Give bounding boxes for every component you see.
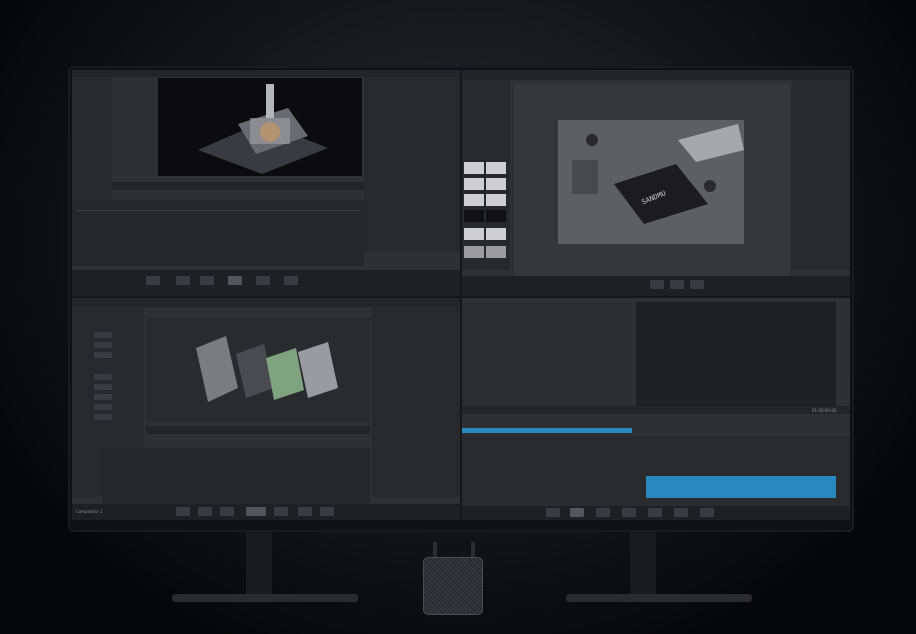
nav-item[interactable] <box>670 280 684 289</box>
nav-item[interactable] <box>274 507 288 516</box>
nav-item[interactable] <box>648 508 662 517</box>
thumbnail[interactable] <box>464 246 484 258</box>
nav-item-active[interactable] <box>246 507 266 516</box>
nav-fairlight[interactable] <box>284 276 298 285</box>
nav-item[interactable] <box>546 508 560 517</box>
nav-media[interactable] <box>146 276 160 285</box>
nav-edit[interactable] <box>200 276 214 285</box>
quadrant-bottom-left: Compositor 1 <box>72 298 460 520</box>
right-stand-neck <box>630 528 656 598</box>
timeline-track-top[interactable] <box>462 428 632 433</box>
nav-item[interactable] <box>650 280 664 289</box>
timeline-clip[interactable] <box>646 476 836 498</box>
effect-item[interactable] <box>94 342 112 348</box>
effect-item[interactable] <box>94 374 112 380</box>
fusion-viewer <box>146 318 370 422</box>
nav-item-active[interactable] <box>570 508 584 517</box>
program-viewer <box>636 302 836 406</box>
thumbnail[interactable] <box>464 210 484 222</box>
left-stand-base <box>172 594 358 602</box>
exploded-device-render <box>196 336 338 402</box>
effect-item[interactable] <box>94 414 112 420</box>
transport-bar <box>112 182 364 190</box>
antenna-right <box>471 542 475 558</box>
thumbnail[interactable] <box>486 194 506 206</box>
thumbnail[interactable] <box>464 162 484 174</box>
thumbnail[interactable] <box>486 162 506 174</box>
right-stand-base <box>566 594 752 602</box>
keyframe-area <box>102 448 370 508</box>
effect-item[interactable] <box>94 394 112 400</box>
right-layers-panel <box>792 80 850 270</box>
transport <box>462 406 850 414</box>
quadrant-top-left <box>72 70 460 296</box>
thumbnail[interactable] <box>486 228 506 240</box>
antenna-left <box>433 542 437 558</box>
effect-item[interactable] <box>94 384 112 390</box>
status-text: Compositor 1 <box>76 509 103 514</box>
render-preview <box>158 78 362 176</box>
transport <box>146 426 370 434</box>
nav-item[interactable] <box>622 508 636 517</box>
media-pool <box>462 302 632 406</box>
bottom-nav <box>72 504 460 520</box>
nav-cut[interactable] <box>176 276 190 285</box>
thumbnail[interactable] <box>464 194 484 206</box>
menu-bar <box>72 298 460 307</box>
screen-divider-horizontal <box>72 296 850 298</box>
nav-item[interactable] <box>596 508 610 517</box>
nav-item[interactable] <box>198 507 212 516</box>
effect-item[interactable] <box>94 332 112 338</box>
timeline-ruler <box>76 210 360 211</box>
mini-pc <box>424 558 482 614</box>
canvas-image: SANDMU <box>558 120 744 244</box>
nav-item[interactable] <box>176 507 190 516</box>
nav-item[interactable] <box>690 280 704 289</box>
menu-bar <box>72 70 460 77</box>
monitor-screen: SANDMU Compositor 1 01:00:00:00 <box>72 70 850 520</box>
thumbnail[interactable] <box>464 178 484 190</box>
thumbnail[interactable] <box>486 246 506 258</box>
effect-item[interactable] <box>94 352 112 358</box>
nav-fusion[interactable] <box>228 276 242 285</box>
screen-divider-vertical <box>460 70 462 520</box>
effect-item[interactable] <box>94 404 112 410</box>
main-viewer <box>158 78 362 176</box>
menu-bar <box>462 70 850 80</box>
thumbnail[interactable] <box>486 210 506 222</box>
left-panel <box>72 77 112 217</box>
thumbnail[interactable] <box>486 178 506 190</box>
nav-item[interactable] <box>298 507 312 516</box>
inspector-panel <box>364 77 460 252</box>
quadrant-top-right: SANDMU <box>462 70 850 296</box>
inspector <box>372 307 460 497</box>
timecode: 01:00:00:00 <box>812 408 837 413</box>
left-toolbar <box>462 80 510 270</box>
quadrant-bottom-right: 01:00:00:00 <box>462 298 850 520</box>
thumbnail[interactable] <box>464 228 484 240</box>
nav-color[interactable] <box>256 276 270 285</box>
nav-item[interactable] <box>220 507 234 516</box>
nav-item[interactable] <box>700 508 714 517</box>
nav-item[interactable] <box>674 508 688 517</box>
left-stand-neck <box>246 528 272 598</box>
nav-item[interactable] <box>320 507 334 516</box>
circuit-board-image: SANDMU <box>558 120 744 244</box>
